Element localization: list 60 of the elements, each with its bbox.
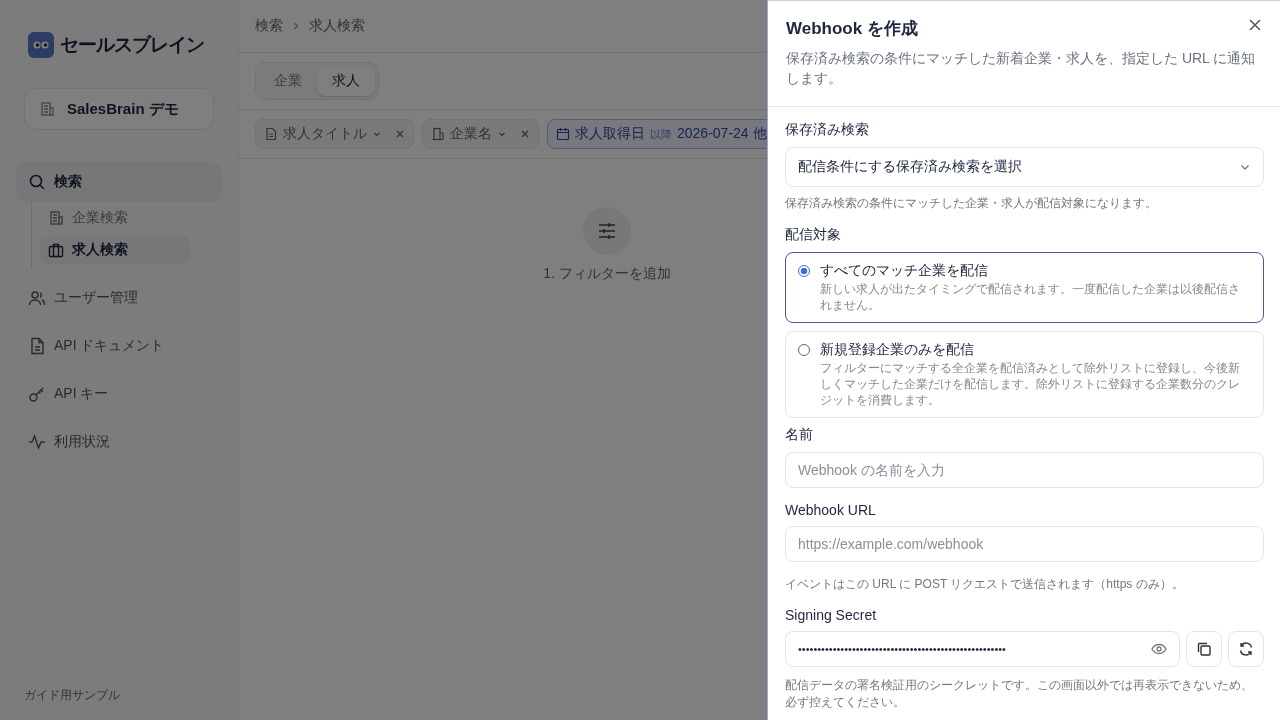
chevron-right-icon (291, 21, 301, 31)
secret-input[interactable]: •••••••••••••••••••••••••••••••••••••••••••••••••••••• (785, 631, 1180, 667)
option-title: 新規登録企業のみを配信 (820, 341, 975, 359)
radio-option-card[interactable]: 新規登録企業のみを配信 フィルターにマッチする全企業を配信済みとして除外リストに登録し、今後新しくマッチした企業だけを配信します。除外リストに登録する企業数分のクレジットを消費します。 (785, 331, 1264, 418)
close-icon[interactable] (520, 129, 530, 139)
help-text: 保存済み検索の条件にマッチした企業・求人が配信対象になります。 (785, 195, 1158, 212)
building-icon (39, 101, 55, 117)
option-title: すべてのマッチ企業を配信 (820, 262, 989, 280)
nav-item[interactable]: ユーザー管理 (16, 278, 222, 318)
calendar-icon (556, 127, 570, 141)
radio-option-card[interactable]: すべてのマッチ企業を配信 新しい求人が出たタイミングで配信されます。一度配信した企業は以後配信されません。 (785, 252, 1264, 323)
saved-search-select[interactable]: 配信条件にする保存済み検索を選択 (785, 147, 1264, 187)
nav-item[interactable]: API キー (16, 374, 222, 414)
copy-icon (1196, 641, 1212, 657)
breadcrumb-item[interactable]: 検索 (255, 17, 283, 35)
refresh-icon (1238, 641, 1254, 657)
logo-icon (28, 32, 54, 58)
sliders-icon (583, 207, 631, 255)
briefcase-icon (48, 242, 64, 258)
tab[interactable]: 企業 (259, 66, 317, 96)
breadcrumb-item[interactable]: 求人検索 (309, 17, 365, 35)
help-text: 配信データの署名検証用のシークレットです。この画面以外では再表示できないため、必ず控えてください。 (785, 677, 1254, 711)
name-input[interactable]: Webhook の名前を入力 (785, 452, 1264, 488)
search-icon (28, 173, 46, 191)
activity-icon (28, 433, 46, 451)
logo-text: セールスブレイン (60, 33, 204, 57)
footer-note: ガイド用サンプル (24, 687, 121, 704)
nav-subitem[interactable]: 企業検索 (40, 204, 190, 232)
field-label: 名前 (785, 426, 814, 444)
users-icon (28, 289, 46, 307)
close-icon[interactable] (1249, 19, 1261, 31)
document-icon (264, 127, 278, 141)
field-label: 保存済み検索 (785, 121, 870, 139)
nav-item[interactable]: API ドキュメント (16, 326, 222, 366)
tab[interactable]: 求人 (317, 66, 375, 96)
regenerate-button[interactable] (1228, 631, 1264, 667)
nav-item[interactable]: 利用状況 (16, 422, 222, 462)
field-label: 配信対象 (785, 226, 842, 244)
field-label: Signing Secret (785, 607, 878, 623)
document-icon (28, 337, 46, 355)
workspace-switcher[interactable]: SalesBrain デモ (24, 88, 214, 130)
building-icon (48, 210, 64, 226)
copy-button[interactable] (1186, 631, 1222, 667)
close-icon[interactable] (395, 129, 405, 139)
eye-icon[interactable] (1151, 641, 1167, 657)
filter-chip[interactable]: 企業名 (422, 119, 539, 149)
nav-item[interactable]: 検索 (16, 162, 222, 202)
key-icon (28, 385, 46, 403)
filter-chip[interactable]: 求人タイトル (255, 119, 414, 149)
help-text: イベントはこの URL に POST リクエストで送信されます（https のみ）。 (785, 576, 1185, 593)
url-input[interactable]: https://example.com/webhook (785, 526, 1264, 562)
building-icon (431, 127, 445, 141)
nav-subitem[interactable]: 求人検索 (40, 236, 190, 264)
dialog-description: 保存済み検索の条件にマッチした新着企業・求人を、指定した URL に通知します。 (786, 49, 1257, 88)
option-description: フィルターにマッチする全企業を配信済みとして除外リストに登録し、今後新しくマッチした企業だけを配信します。除外リストに登録する企業数分のクレジットを消費します。 (820, 360, 1241, 408)
field-label: Webhook URL (785, 502, 877, 518)
radio-button[interactable] (798, 265, 810, 277)
dialog-title: Webhook を作成 (786, 18, 918, 40)
option-description: 新しい求人が出たタイミングで配信されます。一度配信した企業は以後配信されません。 (820, 281, 1241, 313)
empty-state-text: 1. フィルターを追加 (543, 265, 671, 283)
